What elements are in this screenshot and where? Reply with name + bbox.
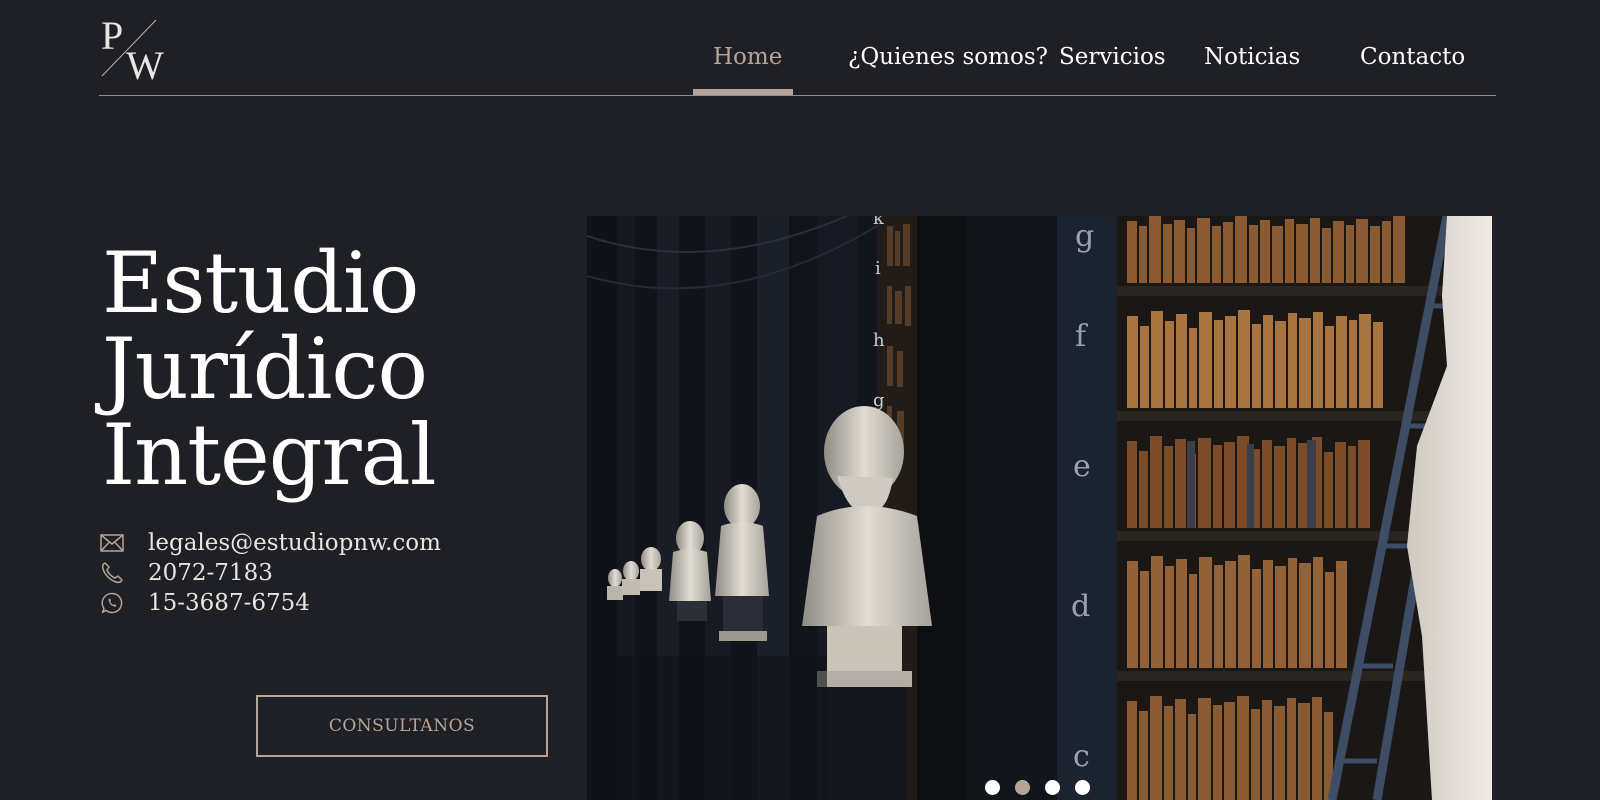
nav-item-quienes-somos[interactable]: ¿Quienes somos? bbox=[848, 44, 1048, 70]
hero-title-line: Estudio bbox=[102, 234, 420, 332]
carousel-dot-1[interactable] bbox=[985, 780, 1000, 795]
svg-text:h: h bbox=[873, 330, 885, 351]
hero-title: Estudio Jurídico Integral bbox=[102, 240, 562, 498]
svg-text:c: c bbox=[1073, 739, 1090, 774]
svg-text:e: e bbox=[1073, 449, 1091, 484]
logo-slash bbox=[101, 19, 157, 77]
envelope-icon bbox=[100, 531, 124, 555]
carousel-dot-2[interactable] bbox=[1015, 780, 1030, 795]
nav-item-contacto[interactable]: Contacto bbox=[1360, 44, 1465, 70]
phone-icon bbox=[100, 561, 124, 585]
consultanos-button[interactable]: CONSULTANOS bbox=[256, 695, 548, 757]
svg-text:g: g bbox=[1075, 219, 1094, 254]
contact-phone[interactable]: 2072-7183 bbox=[148, 560, 273, 586]
svg-text:f: f bbox=[1075, 319, 1088, 354]
carousel-dots bbox=[985, 780, 1090, 795]
logo[interactable]: P W bbox=[100, 16, 168, 86]
main-nav: Home ¿Quienes somos? Servicios Noticias … bbox=[680, 44, 1466, 84]
hero-title-line: Jurídico bbox=[102, 320, 428, 418]
nav-item-noticias[interactable]: Noticias bbox=[1204, 44, 1300, 70]
header-divider bbox=[99, 95, 1496, 96]
nav-item-home[interactable]: Home bbox=[713, 44, 782, 70]
contact-whatsapp[interactable]: 15-3687-6754 bbox=[148, 590, 310, 616]
contact-info: legales@estudiopnw.com 2072-7183 15-3687… bbox=[100, 528, 441, 618]
carousel-dot-4[interactable] bbox=[1075, 780, 1090, 795]
hero-title-line: Integral bbox=[102, 406, 437, 504]
carousel-dot-3[interactable] bbox=[1045, 780, 1060, 795]
contact-whatsapp-row[interactable]: 15-3687-6754 bbox=[100, 588, 441, 618]
svg-text:i: i bbox=[875, 258, 881, 279]
whatsapp-icon bbox=[100, 591, 124, 615]
svg-text:d: d bbox=[1071, 589, 1090, 624]
contact-email-row[interactable]: legales@estudiopnw.com bbox=[100, 528, 441, 558]
contact-email[interactable]: legales@estudiopnw.com bbox=[148, 530, 441, 556]
hero-image-library: g f e d c k i h g bbox=[587, 216, 1492, 800]
svg-text:k: k bbox=[873, 216, 885, 229]
nav-item-servicios[interactable]: Servicios bbox=[1059, 44, 1166, 70]
contact-phone-row[interactable]: 2072-7183 bbox=[100, 558, 441, 588]
library-illustration: g f e d c k i h g bbox=[587, 216, 1492, 800]
